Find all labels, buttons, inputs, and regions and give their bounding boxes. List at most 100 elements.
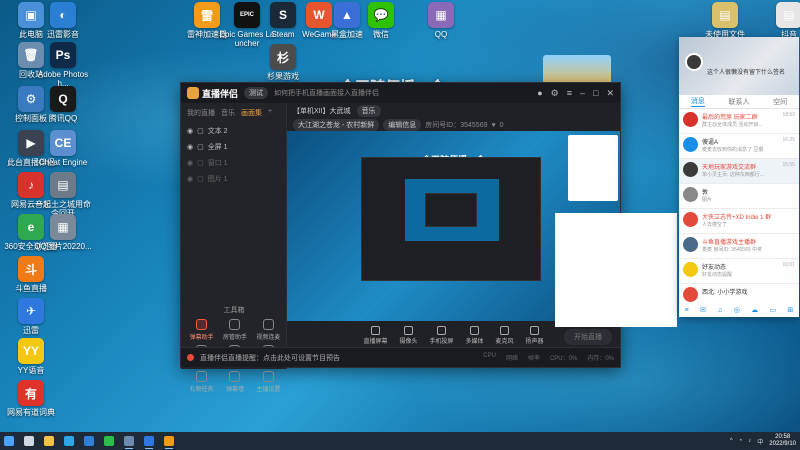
- tray-up-icon[interactable]: ^: [730, 438, 733, 444]
- tool-button[interactable]: 弹幕墙: [218, 371, 251, 393]
- start-live-button[interactable]: 开始直播: [564, 329, 612, 345]
- source-button[interactable]: 麦克风: [496, 325, 514, 345]
- source-icon: [530, 325, 540, 335]
- desktop-icon[interactable]: ▦ QQ: [412, 2, 470, 39]
- edge-icon[interactable]: [64, 436, 74, 446]
- chat-tab[interactable]: 消息: [690, 96, 705, 107]
- eye-icon[interactable]: ◉: [187, 127, 193, 135]
- desktop-icon[interactable]: ✈ 迅雷: [2, 298, 60, 335]
- chat-footer-icon[interactable]: ⊞: [787, 306, 793, 314]
- desktop-icon[interactable]: ▤ 抖音: [760, 2, 800, 39]
- scene-item[interactable]: ◉ ▢ 图片 1: [181, 171, 286, 187]
- source-button[interactable]: 直播屏幕: [363, 325, 387, 345]
- chat-footer-icon[interactable]: ≡: [685, 307, 689, 314]
- desktop-icon[interactable]: 💬 微信: [352, 2, 410, 39]
- chat-list-item[interactable]: 大侠立志传+XD Indie 1 群人去楼空了: [679, 209, 799, 234]
- desktop-icon[interactable]: ◐ 迅雷影音: [34, 2, 92, 39]
- status-metric: CPU: [483, 353, 496, 359]
- xunlei-icon[interactable]: [144, 436, 154, 449]
- close-icon[interactable]: ✕: [606, 88, 614, 99]
- file-explorer-icon[interactable]: [44, 436, 54, 446]
- chat-list-item[interactable]: 最后的荒原 玩家二群 群主@全体成员 活动开启... 18:52: [679, 109, 799, 134]
- source-button[interactable]: 手机投屏: [429, 325, 454, 345]
- ime-icon[interactable]: 中: [757, 437, 763, 446]
- desktop-icon[interactable]: Q 腾讯QQ: [34, 86, 92, 123]
- chat-list-item[interactable]: 敦图片: [679, 184, 799, 209]
- tool-button[interactable]: 房管助手: [218, 319, 251, 341]
- lock-icon[interactable]: ▢: [197, 159, 204, 167]
- maximize-icon[interactable]: □: [593, 88, 598, 99]
- chat-footer-icon[interactable]: ◎: [734, 306, 740, 314]
- status-hint[interactable]: 直播伴侣直播提醒：点击此处可设置节目预告: [200, 353, 340, 363]
- add-scene-icon[interactable]: +: [268, 108, 272, 118]
- source-button[interactable]: 扬声器: [526, 325, 544, 345]
- desktop-icon[interactable]: ▤一起土之城用命令回开: [34, 172, 92, 218]
- tab-my-live[interactable]: 我的直播: [187, 108, 215, 118]
- eye-icon[interactable]: ◉: [187, 143, 193, 151]
- scene-item[interactable]: ◉ ▢ 窗口 1: [181, 155, 286, 171]
- source-icon: [470, 325, 479, 335]
- tool-button[interactable]: 礼物任务: [185, 371, 218, 393]
- notice-link[interactable]: 如何把手机直播画面接入直播伴侣: [274, 88, 379, 98]
- room-chip[interactable]: 音乐: [356, 105, 381, 117]
- scene-item[interactable]: ◉ ▢ 文本 2: [181, 123, 286, 139]
- chat-footer-icon[interactable]: ☁: [751, 306, 758, 314]
- chat-tab[interactable]: 空间: [773, 97, 787, 107]
- livestream-icon[interactable]: [164, 436, 174, 449]
- desktop-icon[interactable]: ▤ 未使用文件: [696, 2, 754, 39]
- chat-list-item[interactable]: 傻逼A 麦麦去收到你的消息了 豆瓣 16:25: [679, 134, 799, 159]
- version-chip[interactable]: 测试: [244, 87, 269, 99]
- tool-button[interactable]: 视频连麦: [252, 319, 285, 341]
- blank-window[interactable]: [555, 213, 677, 327]
- source-label: 摄像头: [399, 338, 418, 345]
- app-titlebar[interactable]: 直播伴侣 测试 如何把手机直播画面接入直播伴侣 ● ⚙ ≡ – □ ✕: [181, 83, 620, 103]
- settings-icon[interactable]: ⚙: [551, 88, 559, 99]
- desktop-icon-label: QQ图片20220...: [34, 242, 92, 251]
- chat-list-item[interactable]: 天地玩家游戏交流群 单小灵主页: 这种东西都行... 15:55: [679, 159, 799, 184]
- avatar: [683, 262, 698, 277]
- start-icon[interactable]: [4, 436, 14, 446]
- tab-scenes[interactable]: 画面集: [241, 108, 262, 118]
- desktop-icon[interactable]: YY YY语音: [2, 338, 60, 375]
- xbox-icon[interactable]: [104, 436, 114, 446]
- network-icon[interactable]: ◔: [739, 438, 743, 444]
- category-chip[interactable]: 大江湖之苍龙 - 农村新鲜: [293, 119, 380, 131]
- search-icon[interactable]: [24, 436, 34, 446]
- menu-icon[interactable]: ≡: [567, 88, 572, 99]
- source-button[interactable]: 多媒体: [466, 325, 484, 345]
- lock-icon[interactable]: ▢: [197, 127, 204, 135]
- user-avatar-icon[interactable]: ●: [537, 88, 542, 99]
- desktop-icon[interactable]: 杉杉果游戏: [254, 44, 312, 81]
- chat-footer-icon[interactable]: ✉: [700, 306, 706, 314]
- store-icon[interactable]: [84, 436, 94, 446]
- lock-icon[interactable]: ▢: [197, 143, 204, 151]
- scene-item[interactable]: ◉ ▢ 全屏 1: [181, 139, 286, 155]
- chat-footer-icon[interactable]: ♫: [717, 307, 722, 314]
- source-button[interactable]: 摄像头: [399, 325, 418, 345]
- eye-icon[interactable]: ◉: [187, 175, 193, 183]
- chat-list-item[interactable]: 斗鱼直播游戏主播群 麦麦 房间ID: 3545569 中奖: [679, 234, 799, 259]
- minimize-icon[interactable]: –: [580, 88, 585, 99]
- tool-button[interactable]: 弹幕助手: [185, 319, 218, 341]
- chat-list-item[interactable]: 好友动态 好友动态提醒 16:01: [679, 259, 799, 284]
- edit-info-button[interactable]: 编辑信息: [383, 119, 422, 131]
- desktop-icon[interactable]: 斗斗鱼直播: [2, 256, 60, 293]
- tab-music[interactable]: 音乐: [221, 108, 235, 118]
- desktop-icon[interactable]: Ps Adobe Photosh...: [34, 42, 92, 88]
- room-tag[interactable]: 【单机XII】大武城: [293, 106, 351, 116]
- desktop-icon[interactable]: ▦ QQ图片20220...: [34, 214, 92, 251]
- steam-icon[interactable]: [124, 436, 134, 449]
- eye-icon[interactable]: ◉: [187, 159, 193, 167]
- profile-avatar[interactable]: [685, 53, 703, 71]
- desktop-icon[interactable]: CE Cheat Engine: [34, 130, 92, 167]
- profile-signature[interactable]: 这个人很懒没有留下什么签名: [707, 67, 787, 76]
- clock[interactable]: 20:58 2022/9/10: [769, 434, 796, 448]
- lock-icon[interactable]: ▢: [197, 175, 204, 183]
- chat-footer-icon[interactable]: ▭: [769, 306, 776, 314]
- desktop-icon[interactable]: 有网易有道词典: [2, 380, 60, 417]
- volume-icon[interactable]: ♪: [748, 438, 751, 444]
- chat-panel[interactable]: 这个人很懒没有留下什么签名 消息 联系人 空间 最后的荒原 玩家二群 群主@全体成员 …: [679, 37, 799, 317]
- tool-button[interactable]: 主播设置: [252, 371, 285, 393]
- chat-tab[interactable]: 联系人: [728, 97, 749, 107]
- status-metrics: CPU 网络 帧率 CPU：0% 内存：0%: [483, 353, 614, 362]
